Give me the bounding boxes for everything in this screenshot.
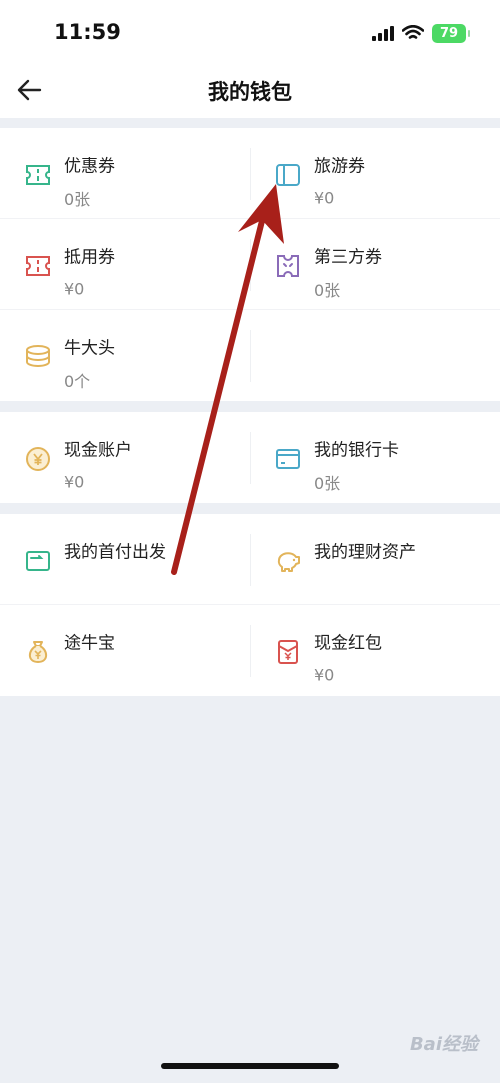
nav-bar: 我的钱包: [0, 64, 500, 118]
watermark: Bai经验: [409, 1034, 478, 1055]
third-party-voucher-icon: [277, 255, 299, 277]
piggy-bank-icon: [277, 552, 300, 572]
travel-voucher-icon: [276, 164, 300, 186]
bank-card-icon: [276, 449, 300, 469]
wallet-item-label: 抵用券: [64, 247, 115, 268]
wallet-item-tuniubao[interactable]: 途牛宝: [0, 605, 250, 696]
wallet-item-label: 我的银行卡: [314, 440, 399, 461]
accounts-section: 现金账户 ¥0 我的银行卡 0张: [0, 412, 500, 503]
vouchers-section: 优惠券 0张 旅游券 ¥0 抵用券 ¥0 第三方券 0张 牛大头 0个: [0, 128, 500, 401]
wallet-item-niudatou[interactable]: 牛大头 0个: [0, 310, 250, 401]
wallet-item-red-packet[interactable]: 现金红包 ¥0: [250, 605, 500, 696]
wallet-item-label: 现金红包: [314, 633, 382, 654]
wallet-item-label: 现金账户: [64, 440, 132, 461]
wallet-item-coupon[interactable]: 优惠券 0张: [0, 128, 250, 219]
wallet-item-bank-card[interactable]: 我的银行卡 0张: [250, 412, 500, 503]
wallet-item-travel-voucher[interactable]: 旅游券 ¥0: [250, 128, 500, 219]
wallet-row: 我的首付出发 我的理财资产: [0, 514, 500, 605]
coupon-icon: [26, 165, 50, 185]
wifi-icon: [402, 25, 424, 39]
wallet-item-value: 0张: [64, 190, 91, 209]
yen-coin-icon: [26, 447, 50, 471]
finance-section: 我的首付出发 我的理财资产 途牛宝 现金红包 ¥0: [0, 514, 500, 696]
wallet-item-label: 旅游券: [314, 156, 365, 177]
wallet-item-cash-account[interactable]: 现金账户 ¥0: [0, 412, 250, 503]
wallet-row: 现金账户 ¥0 我的银行卡 0张: [0, 412, 500, 503]
signal-icon: [372, 25, 394, 41]
status-bar: 11:59 79: [0, 0, 500, 64]
battery-indicator: 79: [432, 23, 470, 43]
wallet-item-value: ¥0: [314, 665, 335, 685]
wallet-item-value: ¥0: [314, 188, 335, 208]
wallet-item-value: 0张: [314, 474, 341, 493]
status-time: 11:59: [54, 20, 121, 44]
wallet-item-value: 0个: [64, 372, 91, 391]
coins-icon: [26, 345, 50, 367]
down-payment-icon: [26, 551, 50, 571]
wallet-row: 牛大头 0个: [0, 310, 500, 401]
wallet-item-wealth-assets[interactable]: 我的理财资产: [250, 514, 500, 605]
wallet-item-label: 第三方券: [314, 247, 382, 268]
wallet-item-label: 途牛宝: [64, 633, 115, 654]
money-bag-icon: [28, 641, 48, 664]
wallet-item-label: 我的首付出发: [64, 542, 166, 563]
wallet-item-label: 牛大头: [64, 338, 115, 359]
wallet-row: 抵用券 ¥0 第三方券 0张: [0, 219, 500, 310]
status-icons: 79: [372, 22, 470, 44]
wallet-item-value: ¥0: [64, 472, 85, 492]
wallet-row: 途牛宝 现金红包 ¥0: [0, 605, 500, 696]
wallet-item-deduction-voucher[interactable]: 抵用券 ¥0: [0, 219, 250, 310]
wallet-item-value: 0张: [314, 281, 341, 300]
red-packet-icon: [278, 640, 298, 664]
wallet-item-value: ¥0: [64, 279, 85, 299]
deduction-voucher-icon: [26, 256, 50, 276]
wallet-row: 优惠券 0张 旅游券 ¥0: [0, 128, 500, 219]
column-divider: [250, 330, 251, 382]
page-title: 我的钱包: [208, 80, 292, 104]
wallet-item-label: 我的理财资产: [314, 542, 416, 563]
wallet-item-down-payment[interactable]: 我的首付出发: [0, 514, 250, 605]
wallet-item-label: 优惠券: [64, 156, 115, 177]
wallet-item-third-party-voucher[interactable]: 第三方券 0张: [250, 219, 500, 310]
home-indicator: [161, 1063, 339, 1069]
